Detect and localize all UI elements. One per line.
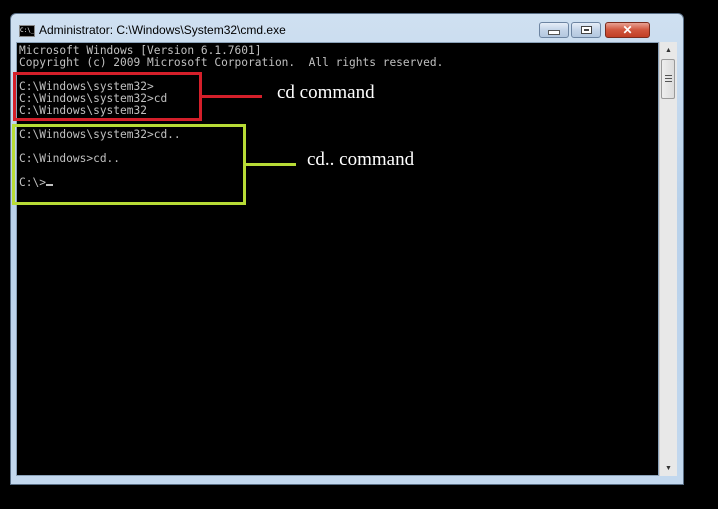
close-icon: ✕ <box>622 23 633 37</box>
minimize-icon <box>548 30 560 35</box>
title-bar[interactable]: C:\_ Administrator: C:\Windows\System32\… <box>11 14 683 42</box>
grip-line <box>665 78 672 79</box>
console-line: Copyright (c) 2009 Microsoft Corporation… <box>19 56 444 69</box>
grip-line <box>665 75 672 76</box>
scroll-up-arrow-icon[interactable]: ▲ <box>660 42 677 58</box>
vertical-scrollbar[interactable]: ▲ ▼ <box>659 42 677 476</box>
cd-dotdot-command-highlight-box <box>12 124 246 205</box>
maximize-icon <box>580 26 592 34</box>
minimize-button[interactable] <box>539 22 569 38</box>
scrollbar-thumb[interactable] <box>661 59 675 99</box>
cd-command-connector <box>202 95 262 98</box>
cmd-icon[interactable]: C:\_ <box>19 25 35 37</box>
close-button[interactable]: ✕ <box>605 22 650 38</box>
maximize-button[interactable] <box>571 22 601 38</box>
cd-command-highlight-box <box>13 72 202 121</box>
grip-line <box>665 81 672 82</box>
scroll-down-arrow-icon[interactable]: ▼ <box>660 460 677 476</box>
cd-dotdot-command-connector <box>246 163 296 166</box>
window-title: Administrator: C:\Windows\System32\cmd.e… <box>39 23 286 37</box>
cd-command-label: cd command <box>277 82 375 103</box>
cd-dotdot-command-label: cd.. command <box>307 149 415 170</box>
